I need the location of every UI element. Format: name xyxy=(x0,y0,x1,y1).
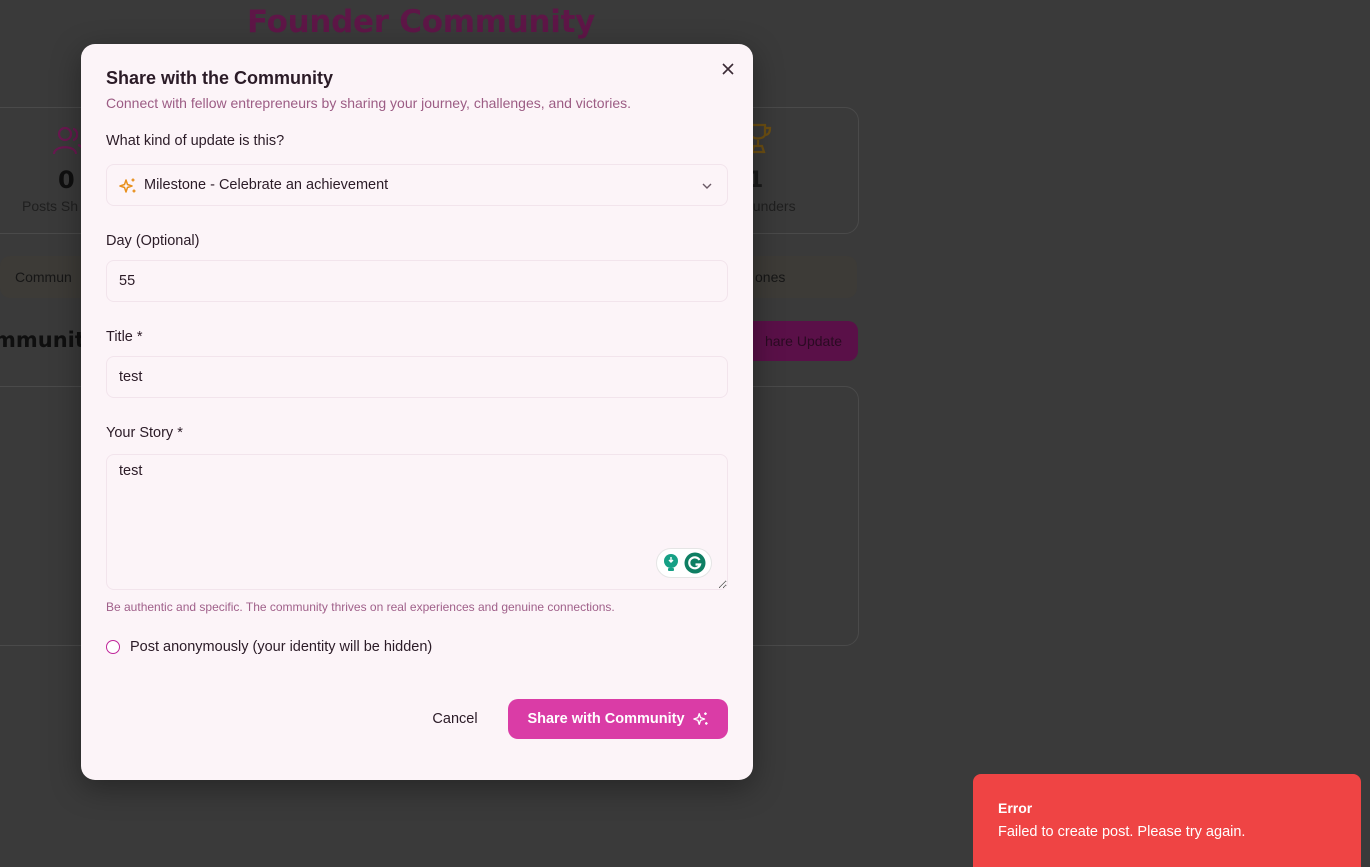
anonymous-label: Post anonymously (your identity will be … xyxy=(130,639,433,655)
tab-community[interactable]: Commun xyxy=(15,269,72,285)
posts-shared-label: Posts Sh xyxy=(22,198,79,214)
sparkles-icon xyxy=(692,712,708,725)
anonymous-option[interactable]: Post anonymously (your identity will be … xyxy=(106,639,432,655)
tab-milestones[interactable]: ones xyxy=(755,269,785,285)
toast-message: Failed to create post. Please try again. xyxy=(998,824,1246,840)
chevron-down-icon xyxy=(699,178,715,194)
share-dialog: Share with the Community Connect with fe… xyxy=(81,44,753,780)
story-textarea[interactable]: test xyxy=(106,454,728,590)
error-toast[interactable]: Error Failed to create post. Please try … xyxy=(973,774,1361,867)
grammarly-widget[interactable] xyxy=(656,548,712,578)
close-icon xyxy=(722,63,734,75)
toast-title: Error xyxy=(998,800,1033,816)
day-input[interactable] xyxy=(106,260,728,302)
day-label: Day (Optional) xyxy=(106,233,200,249)
update-type-value: Milestone - Celebrate an achievement xyxy=(144,177,389,193)
anonymous-radio[interactable] xyxy=(106,640,120,654)
update-type-select[interactable]: Milestone - Celebrate an achievement xyxy=(106,164,728,206)
close-button[interactable] xyxy=(718,59,738,79)
sparkles-icon xyxy=(119,177,137,195)
grammarly-icon xyxy=(684,552,706,574)
title-input[interactable] xyxy=(106,356,728,398)
dialog-title: Share with the Community xyxy=(106,68,334,88)
cancel-button[interactable]: Cancel xyxy=(416,699,494,739)
share-with-community-button[interactable]: Share with Community xyxy=(508,699,728,739)
title-label: Title * xyxy=(106,329,143,345)
posts-shared-count: 0 xyxy=(58,166,75,194)
story-label: Your Story * xyxy=(106,425,183,441)
dialog-subtitle: Connect with fellow entrepreneurs by sha… xyxy=(106,95,632,111)
lightbulb-icon xyxy=(663,554,678,571)
story-hint: Be authentic and specific. The community… xyxy=(106,600,615,614)
share-button-label: Share with Community xyxy=(527,711,685,727)
update-type-label: What kind of update is this? xyxy=(106,133,285,149)
page-title: Founder Community xyxy=(247,4,595,40)
